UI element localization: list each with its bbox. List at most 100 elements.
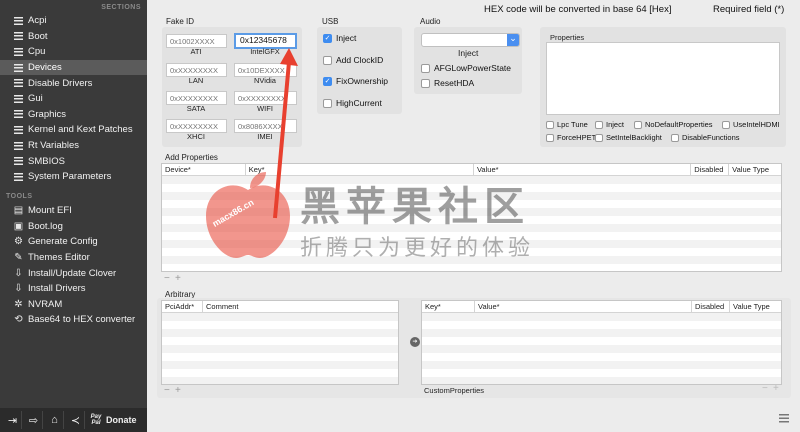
sidebar-item-devices[interactable]: Devices: [0, 59, 147, 76]
sidebar-item-system-parameters[interactable]: System Parameters: [0, 169, 147, 185]
audio-resethda-checkbox[interactable]: ResetHDA: [421, 78, 474, 88]
remove-row-button[interactable]: −: [164, 273, 170, 284]
column-header-value-type[interactable]: Value Type: [730, 301, 781, 313]
fake-id-lan-input[interactable]: [166, 63, 227, 77]
checkbox-label: Inject: [606, 120, 624, 129]
tool-label: Install/Update Clover: [28, 267, 117, 279]
column-header-device[interactable]: Device*: [162, 164, 246, 176]
usb-fixownership-checkbox[interactable]: ✓ FixOwnership: [323, 76, 388, 86]
tool-install-update-clover[interactable]: ⇩ Install/Update Clover: [0, 265, 147, 281]
properties-lpc-tune-checkbox[interactable]: Lpc Tune: [546, 120, 588, 129]
usb-add-clockid-checkbox[interactable]: Add ClockID: [323, 55, 383, 65]
tool-label: Mount EFI: [28, 205, 72, 217]
sidebar-item-cpu[interactable]: Cpu: [0, 44, 147, 60]
sidebar-item-label: Cpu: [28, 46, 46, 58]
sidebar-item-label: Kernel and Kext Patches: [28, 124, 133, 136]
tool-install-drivers[interactable]: ⇩ Install Drivers: [0, 281, 147, 297]
tool-mount-efi[interactable]: ▤ Mount EFI: [0, 203, 147, 219]
column-header-pciaddr[interactable]: PciAddr*: [162, 301, 203, 313]
add-properties-table[interactable]: Device* Key* Value* Disabled Value Type: [161, 163, 782, 272]
fake-id-imei-input[interactable]: [234, 119, 297, 133]
tool-boot-log[interactable]: ▣ Boot.log: [0, 219, 147, 235]
convert-icon: ⟲: [14, 314, 23, 326]
disk-icon: ▤: [13, 205, 24, 217]
exit-icon[interactable]: ⇥: [4, 411, 22, 429]
checkbox-box: [671, 133, 679, 142]
tool-nvram[interactable]: ✲ NVRAM: [0, 297, 147, 313]
tool-label: Boot.log: [28, 220, 63, 232]
checkbox-label: ResetHDA: [434, 78, 475, 88]
fake-id-sata-input[interactable]: [166, 91, 227, 105]
checkbox-label: DisableFunctions: [682, 133, 740, 142]
audio-afglowpowerstate-checkbox[interactable]: AFGLowPowerState: [421, 63, 511, 73]
add-row-button[interactable]: +: [175, 273, 181, 284]
checkbox-label: FixOwnership: [336, 76, 388, 86]
checkbox-box: [323, 98, 332, 108]
properties-setintelbacklight-checkbox[interactable]: SetIntelBacklight: [595, 133, 662, 142]
properties-textarea[interactable]: [546, 42, 780, 115]
column-header-key[interactable]: Key*: [422, 301, 475, 313]
properties-forcehpet-checkbox[interactable]: ForceHPET: [546, 133, 596, 142]
sidebar-item-disable-drivers[interactable]: Disable Drivers: [0, 75, 147, 91]
fake-id-xhci-input[interactable]: [166, 119, 227, 133]
properties-useintelhdmi-checkbox[interactable]: UseIntelHDMI: [722, 120, 780, 129]
arbitrary-left-table[interactable]: PciAddr* Comment: [161, 300, 399, 385]
checkbox-box: [546, 133, 554, 142]
column-header-value[interactable]: Value*: [475, 301, 692, 313]
tool-base64-to-hex-converter[interactable]: ⟲ Base64 to HEX converter: [0, 312, 147, 328]
home-icon[interactable]: ⌂: [46, 411, 64, 429]
arrow-right-icon[interactable]: ➔: [410, 337, 420, 347]
dropdown-chevron-icon: ⌄: [507, 34, 519, 46]
sidebar-item-boot[interactable]: Boot: [0, 29, 147, 45]
table-rows: [162, 313, 398, 384]
sidebar-item-acpi[interactable]: Acpi: [0, 13, 147, 29]
column-header-disabled[interactable]: Disabled: [691, 164, 730, 176]
usb-highcurrent-checkbox[interactable]: HighCurrent: [323, 98, 382, 108]
sidebar-item-kernel-and-kext-patches[interactable]: Kernel and Kext Patches: [0, 122, 147, 138]
properties-inject-checkbox[interactable]: Inject: [595, 120, 624, 129]
list-icon: [13, 62, 24, 73]
download-icon: ⇩: [14, 283, 23, 295]
tool-themes-editor[interactable]: ✎ Themes Editor: [0, 250, 147, 266]
checkbox-box: [595, 133, 603, 142]
column-header-key[interactable]: Key*: [246, 164, 474, 176]
sidebar-item-smbios[interactable]: SMBIOS: [0, 153, 147, 169]
arbitrary-right-table[interactable]: Key* Value* Disabled Value Type: [421, 300, 782, 385]
column-header-disabled[interactable]: Disabled: [692, 301, 730, 313]
menu-icon[interactable]: [779, 414, 789, 423]
share-icon[interactable]: ≺: [67, 411, 85, 429]
custom-remove-row-button[interactable]: −: [762, 383, 768, 394]
audio-select[interactable]: ⌄: [421, 33, 520, 47]
checkbox-label: SetIntelBacklight: [606, 133, 662, 142]
column-header-value-type[interactable]: Value Type: [729, 164, 781, 176]
fake-id-lan-label: LAN: [188, 76, 204, 85]
list-icon: [13, 31, 24, 42]
sidebar-item-label: System Parameters: [28, 171, 112, 183]
column-header-comment[interactable]: Comment: [203, 301, 398, 313]
fake-id-imei-label: IMEI: [257, 132, 273, 141]
tool-label: Generate Config: [28, 236, 98, 248]
checkbox-box: [421, 78, 430, 88]
arbitrary-add-row-button[interactable]: +: [175, 385, 181, 396]
usb-inject-checkbox[interactable]: ✓ Inject: [323, 33, 356, 43]
donate-button[interactable]: Pay Pal Donate: [90, 414, 137, 426]
column-header-value[interactable]: Value*: [474, 164, 692, 176]
properties-nodefaultproperties-checkbox[interactable]: NoDefaultProperties: [634, 120, 713, 129]
checkbox-label: UseIntelHDMI: [733, 120, 780, 129]
properties-disablefunctions-checkbox[interactable]: DisableFunctions: [671, 133, 740, 142]
checkbox-label: AFGLowPowerState: [434, 63, 512, 73]
tool-generate-config[interactable]: ⚙ Generate Config: [0, 234, 147, 250]
checkbox-box: [722, 120, 730, 129]
tools-title: TOOLS: [6, 193, 33, 200]
sidebar-item-graphics[interactable]: Graphics: [0, 107, 147, 123]
custom-add-row-button[interactable]: +: [773, 383, 779, 394]
fake-id-wifi-input[interactable]: [234, 91, 297, 105]
sidebar-item-gui[interactable]: Gui: [0, 91, 147, 107]
fake-id-nvidia-input[interactable]: [234, 63, 297, 77]
sidebar-item-rt-variables[interactable]: Rt Variables: [0, 138, 147, 154]
open-file-icon[interactable]: ⇨: [25, 411, 43, 429]
sections-title: SECTIONS: [101, 4, 141, 11]
checkbox-box: [323, 55, 332, 65]
fake-id-ati-input[interactable]: [166, 34, 227, 48]
arbitrary-remove-row-button[interactable]: −: [164, 385, 170, 396]
